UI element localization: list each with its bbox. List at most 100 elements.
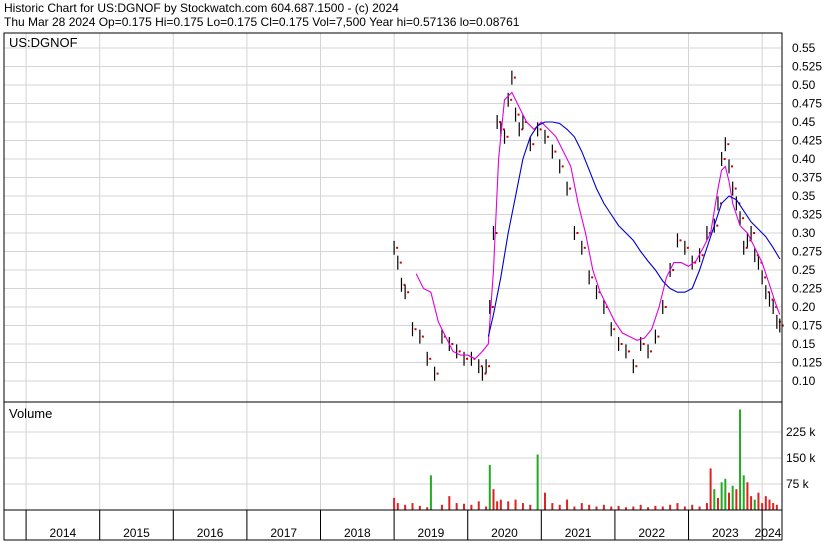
volume-bar	[731, 485, 734, 510]
price-y-tick-label: 0.10	[792, 374, 816, 388]
volume-bar	[676, 503, 679, 510]
volume-bar	[761, 503, 764, 510]
year-axis-frame	[3, 509, 783, 541]
volume-bar	[735, 489, 738, 510]
moving-average-long-line	[487, 121, 781, 337]
close-mark	[429, 357, 432, 360]
close-mark	[664, 306, 667, 308]
close-mark	[421, 335, 424, 338]
close-mark	[436, 372, 439, 375]
volume-bar	[661, 506, 664, 510]
volume-bar	[746, 482, 749, 510]
year-tick-label: 2015	[123, 526, 150, 540]
volume-bar	[566, 499, 569, 510]
volume-bar	[602, 504, 605, 510]
price-panel-title: US:DGNOF	[9, 35, 78, 50]
volume-bar	[470, 504, 473, 510]
close-mark	[569, 187, 572, 190]
price-y-tick-label: 0.55	[792, 41, 816, 55]
volume-y-tick-label: 75 k	[786, 477, 810, 491]
close-mark	[532, 143, 535, 146]
close-mark	[576, 232, 579, 234]
close-mark	[591, 276, 594, 279]
close-mark	[727, 143, 730, 146]
close-mark	[686, 246, 689, 249]
moving-average-short-line	[415, 91, 781, 360]
price-marks	[393, 70, 784, 381]
moving-average-lines	[415, 91, 781, 360]
price-y-tick-label: 0.15	[792, 337, 816, 351]
volume-bar	[393, 497, 396, 510]
close-mark	[407, 291, 410, 294]
volume-bar	[521, 503, 524, 510]
year-tick-label: 2018	[344, 526, 371, 540]
volume-bar	[496, 501, 499, 510]
close-mark	[517, 113, 520, 116]
volume-bar	[654, 505, 657, 510]
year-tick-label: 2022	[638, 526, 665, 540]
close-mark	[716, 224, 719, 227]
price-grid	[4, 33, 782, 540]
price-y-tick-label: 0.225	[792, 282, 822, 296]
volume-bar	[485, 506, 488, 510]
volume-bar	[698, 506, 701, 510]
close-mark	[539, 128, 542, 131]
volume-bar	[404, 504, 407, 510]
year-tick-label: 2021	[565, 526, 592, 540]
volume-bar	[639, 504, 642, 510]
volume-bar	[463, 503, 466, 510]
year-tick-label: 2016	[197, 526, 224, 540]
price-y-tick-label: 0.45	[792, 115, 816, 129]
volume-bar	[757, 492, 760, 510]
volume-bar	[610, 506, 613, 510]
close-mark	[491, 306, 494, 308]
close-mark	[650, 350, 653, 353]
price-y-axis-ticks: 0.55 0.525 0.50 0.475 0.45 0.425 0.40 0.375 0.35…	[792, 41, 822, 388]
close-mark	[672, 269, 675, 271]
volume-bar	[709, 468, 712, 510]
volume-panel-frame	[3, 401, 783, 511]
volume-bar	[720, 482, 723, 510]
volume-bar	[558, 504, 561, 510]
price-y-tick-label: 0.35	[792, 189, 816, 203]
close-mark	[742, 217, 745, 220]
close-mark	[399, 261, 402, 264]
volume-bar	[440, 504, 443, 510]
volume-bar	[632, 506, 635, 510]
volume-bar	[418, 505, 421, 510]
volume-y-tick-label: 150 k	[786, 451, 816, 465]
price-y-tick-label: 0.325	[792, 208, 822, 222]
price-y-tick-label: 0.175	[792, 319, 822, 333]
volume-bar	[507, 501, 510, 510]
volume-bar	[580, 503, 583, 510]
year-tick-label: 2014	[50, 526, 77, 540]
price-y-tick-label: 0.275	[792, 245, 822, 259]
volume-bar	[713, 489, 716, 510]
volume-bar	[772, 503, 775, 510]
price-y-tick-label: 0.475	[792, 97, 822, 111]
close-mark	[731, 165, 734, 168]
price-y-tick-label: 0.40	[792, 152, 816, 166]
volume-bar	[396, 503, 399, 510]
volume-bar	[716, 497, 719, 510]
volume-bar	[529, 504, 532, 510]
close-mark	[620, 343, 623, 345]
volume-bar	[543, 492, 546, 510]
volume-bar	[588, 504, 591, 510]
close-mark	[613, 328, 616, 331]
close-mark	[458, 350, 461, 353]
volume-bar	[768, 499, 771, 510]
volume-grid	[4, 431, 782, 485]
volume-y-axis-ticks: 225 k 150 k 75 k	[786, 425, 816, 491]
close-mark	[396, 246, 399, 249]
volume-bar	[739, 409, 742, 510]
volume-bar	[411, 503, 414, 510]
price-y-tick-label: 0.525	[792, 60, 822, 74]
price-y-tick-label: 0.20	[792, 300, 816, 314]
close-mark	[679, 239, 682, 242]
price-y-tick-label: 0.25	[792, 263, 816, 277]
price-y-tick-label: 0.375	[792, 171, 822, 185]
year-tick-label: 2019	[418, 526, 445, 540]
historic-chart: 2014 2015 2016 2017 2018 2019 2020 2021 2022 2023…	[3, 32, 822, 541]
volume-bar	[536, 454, 539, 510]
